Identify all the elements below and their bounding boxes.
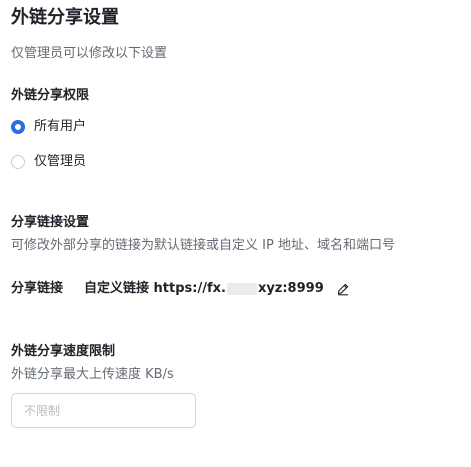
radio-label-admins-only: 仅管理员: [34, 154, 87, 169]
share-link-value: 自定义链接 https://fx. xyz:8999: [84, 280, 350, 298]
speed-limit-description: 外链分享最大上传速度 KB/s: [11, 367, 174, 382]
share-link-value-suffix: xyz:8999: [257, 281, 324, 296]
edit-icon[interactable]: [336, 282, 350, 296]
radio-button-checked[interactable]: [11, 120, 25, 134]
share-link-settings-heading: 分享链接设置: [11, 215, 90, 230]
share-link-settings-description: 可修改外部分享的链接为默认链接或自定义 IP 地址、域名和端口号: [11, 238, 395, 253]
page-subtitle: 仅管理员可以修改以下设置: [11, 46, 168, 61]
radio-option-admins-only[interactable]: 仅管理员: [11, 153, 86, 171]
permission-heading: 外链分享权限: [11, 88, 90, 103]
speed-limit-heading: 外链分享速度限制: [11, 344, 116, 359]
masked-url-segment: [226, 283, 257, 295]
speed-limit-input[interactable]: [11, 393, 196, 428]
radio-option-all-users[interactable]: 所有用户: [11, 118, 86, 136]
radio-button-unchecked[interactable]: [11, 155, 25, 169]
share-link-value-prefix: 自定义链接 https://fx.: [84, 281, 226, 296]
share-link-label: 分享链接: [11, 281, 64, 296]
page-title: 外链分享设置: [11, 7, 119, 28]
radio-label-all-users: 所有用户: [34, 119, 87, 134]
